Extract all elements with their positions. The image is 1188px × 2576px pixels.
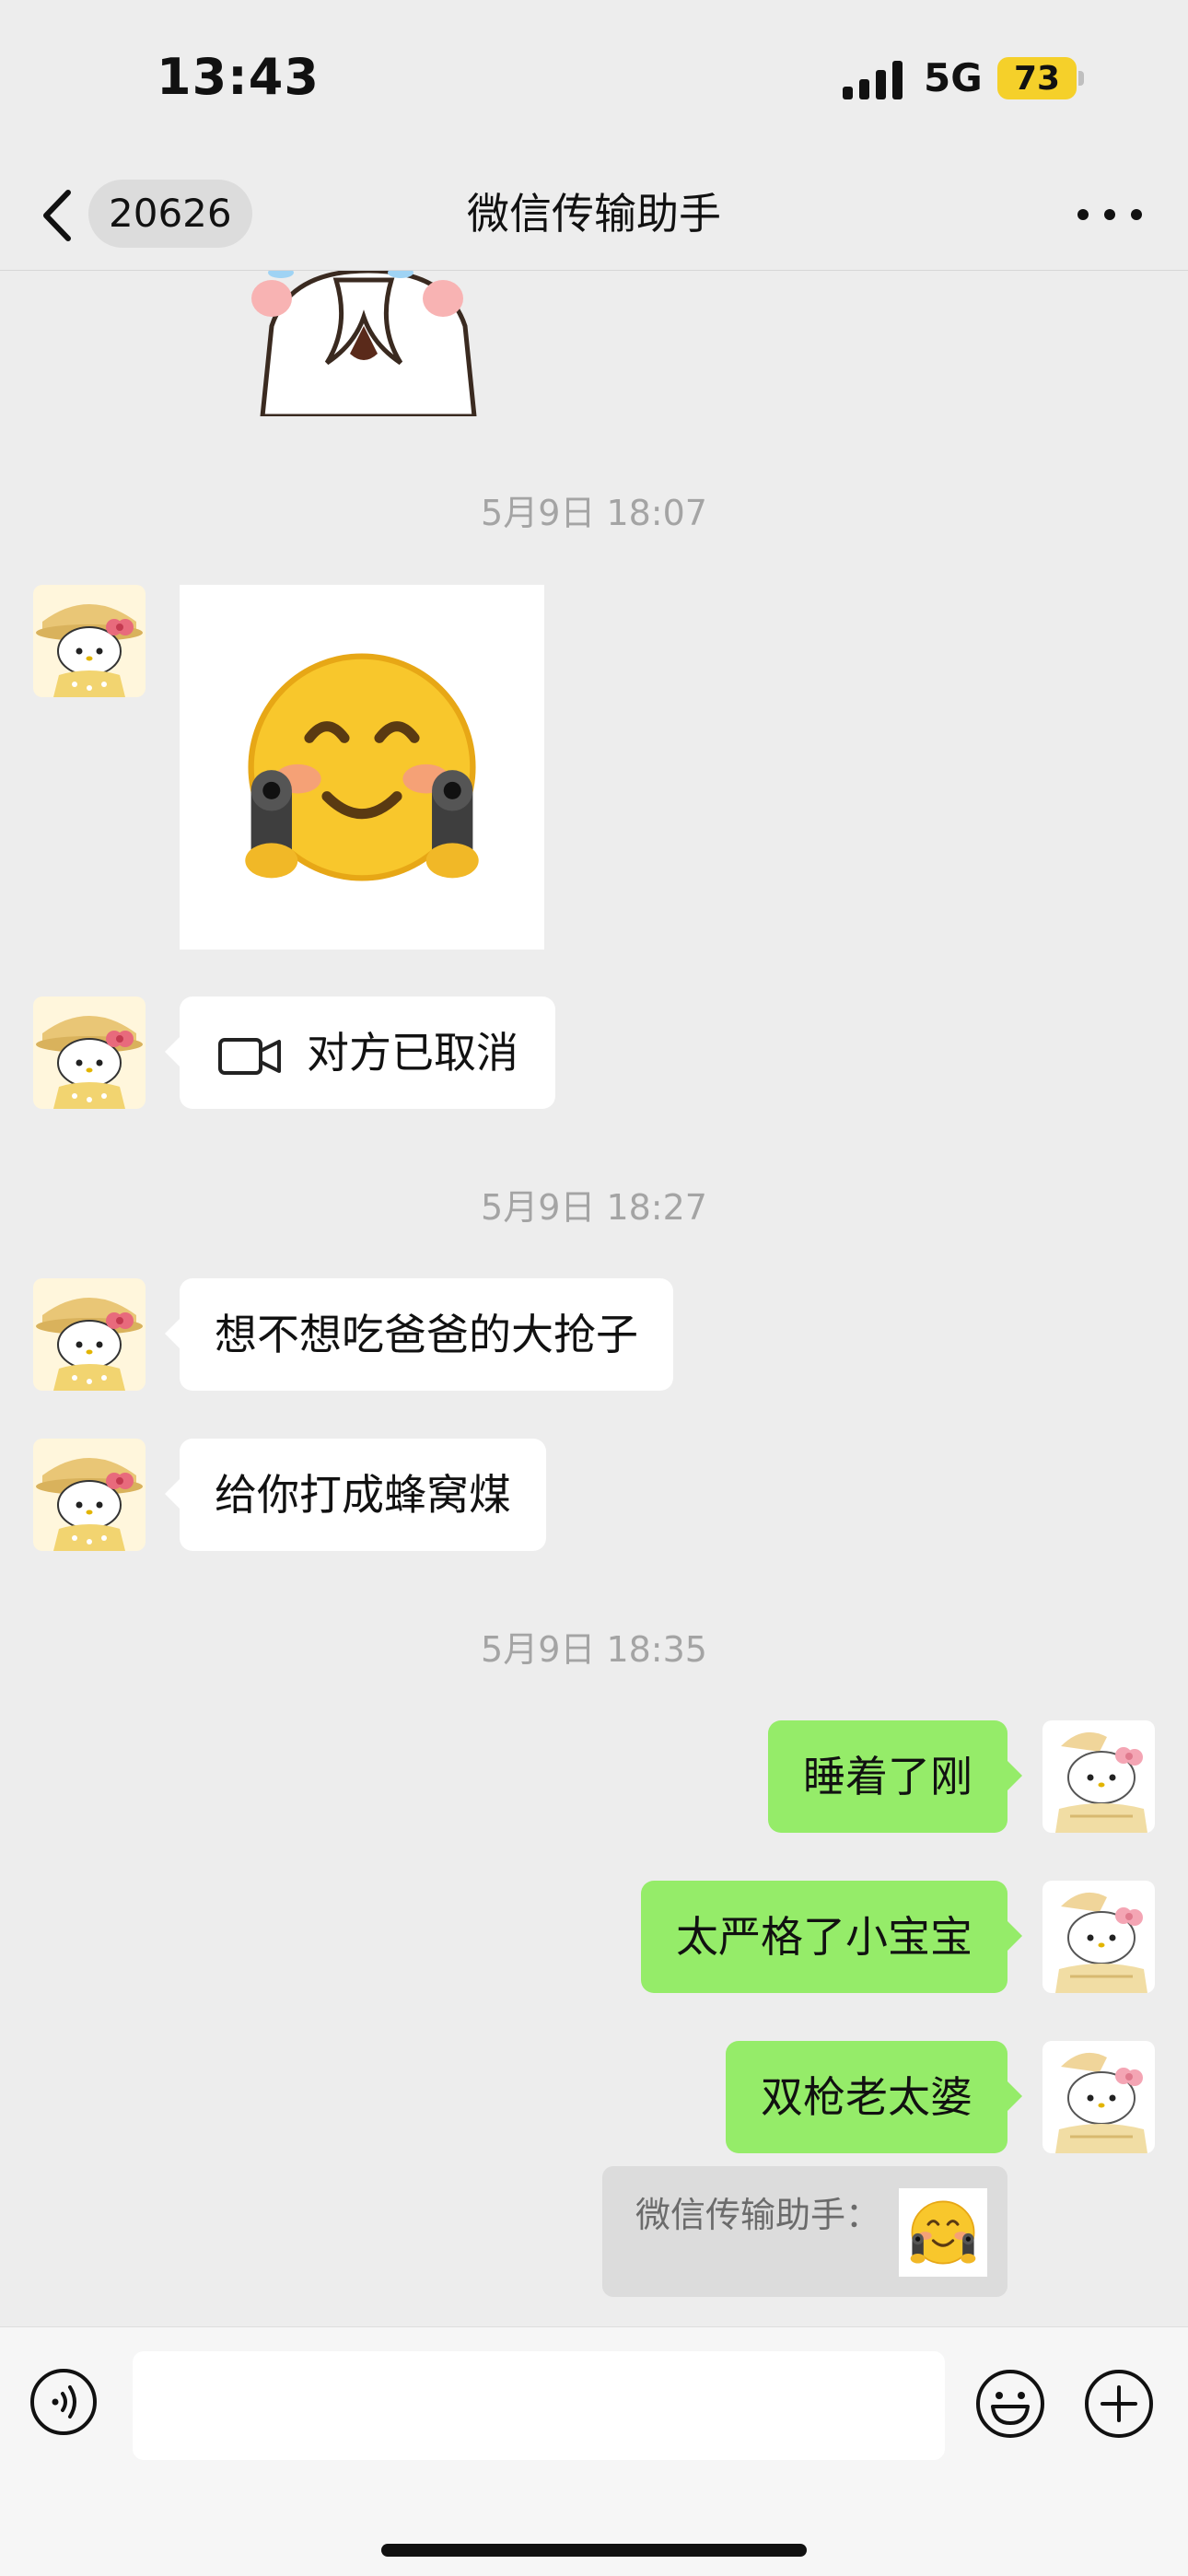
avatar-self[interactable] (1042, 1720, 1155, 1833)
call-status-text: 对方已取消 (307, 1028, 518, 1078)
nav-bar: 20626 微信传输助手 (0, 161, 1188, 271)
more-dot (1104, 209, 1115, 220)
avatar-self[interactable] (1042, 2041, 1155, 2153)
avatar[interactable] (33, 997, 146, 1109)
message-bubble-outgoing[interactable]: 双枪老太婆 (726, 2041, 1022, 2153)
battery-cap (1078, 71, 1084, 86)
avatar-self[interactable] (1042, 1881, 1155, 1993)
hello-kitty-avatar-icon (33, 1439, 146, 1551)
message-bubble-outgoing[interactable]: 太严格了小宝宝 (641, 1881, 1022, 1993)
video-camera-icon (218, 1037, 281, 1075)
voice-input-button[interactable] (29, 2368, 98, 2436)
status-time: 13:43 (157, 48, 320, 106)
input-bar (0, 2326, 1188, 2576)
status-bar: 13:43 5G 73 (0, 0, 1188, 161)
message-input[interactable] (133, 2351, 945, 2460)
voice-input-icon (30, 2369, 97, 2435)
avatar[interactable] (33, 585, 146, 697)
quoted-message[interactable]: 微信传输助手： (602, 2166, 1007, 2297)
battery-level: 73 (1013, 59, 1061, 98)
message-bubble-outgoing[interactable]: 睡着了刚 (768, 1720, 1022, 1833)
more-dots-icon (1077, 209, 1089, 220)
message-bubble-incoming[interactable]: 想不想吃爸爸的大抢子 (165, 1278, 673, 1391)
quote-thumbnail (899, 2188, 987, 2277)
chat-messages[interactable]: 5月9日 18:07 对方已取消 5月9日 18:27 想不想吃爸爸的大抢子 给… (0, 271, 1188, 2326)
quote-sender-label: 微信传输助手： (635, 2195, 881, 2235)
hello-kitty-avatar-icon (33, 1278, 146, 1391)
smiling-guns-emoji-icon (180, 585, 544, 950)
smiling-guns-emoji-icon (909, 2199, 977, 2266)
more-dot (1131, 209, 1142, 220)
timestamp: 5月9日 18:35 (481, 1629, 707, 1670)
message-bubble-incoming[interactable]: 给你打成蜂窝煤 (165, 1439, 546, 1551)
sticker-message[interactable] (180, 585, 544, 950)
timestamp: 5月9日 18:07 (481, 493, 707, 533)
plus-circle-icon (1085, 2370, 1153, 2438)
partial-sticker[interactable] (235, 271, 502, 419)
hello-kitty-avatar-icon (33, 997, 146, 1109)
emoji-button[interactable] (974, 2368, 1046, 2440)
battery-icon: 73 (997, 57, 1077, 99)
avatar[interactable] (33, 1278, 146, 1391)
hello-kitty-avatar-icon (33, 585, 146, 697)
emoji-face-icon (976, 2370, 1044, 2438)
hello-kitty-avatar-icon (1042, 2041, 1155, 2153)
video-call-message[interactable]: 对方已取消 (165, 997, 555, 1109)
hello-kitty-avatar-icon (1042, 1881, 1155, 1993)
chat-title: 微信传输助手 (467, 189, 721, 239)
bunny-sticker-icon (251, 271, 477, 419)
cellular-signal-icon (843, 61, 903, 99)
hello-kitty-avatar-icon (1042, 1720, 1155, 1833)
more-button[interactable] (1077, 196, 1142, 233)
avatar[interactable] (33, 1439, 146, 1551)
more-actions-button[interactable] (1083, 2368, 1155, 2440)
network-type: 5G (924, 55, 983, 100)
timestamp: 5月9日 18:27 (481, 1187, 707, 1228)
home-indicator[interactable] (381, 2544, 807, 2557)
